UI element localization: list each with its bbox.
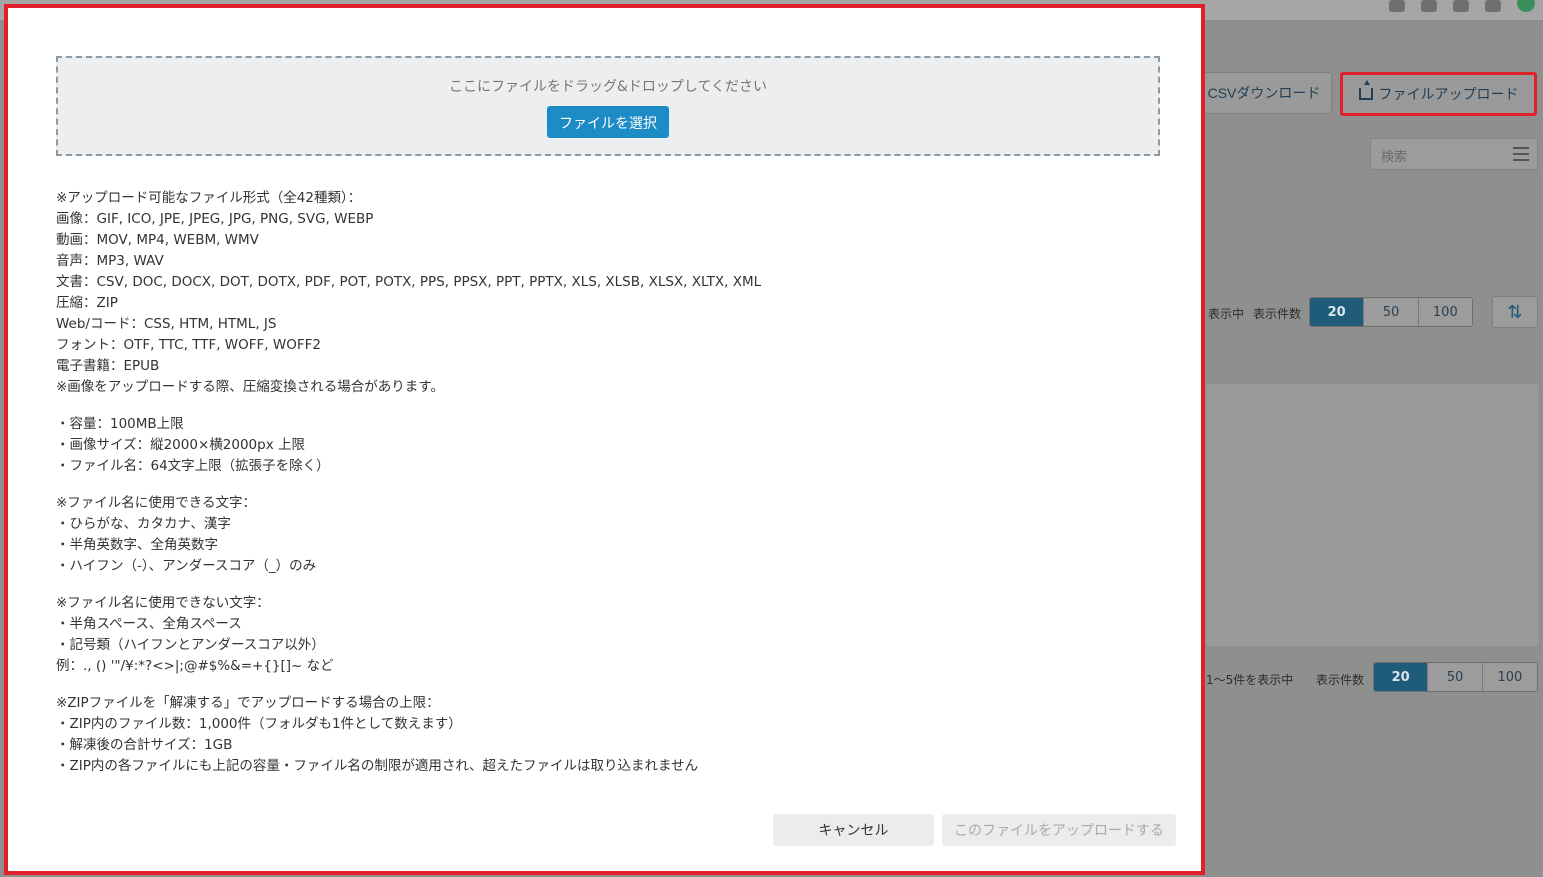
info-line: ・画像サイズ：縦2000×横2000px 上限 [56,437,305,453]
edit-icon[interactable] [1389,0,1405,12]
top-page-size-selector: 20 50 100 [1309,297,1473,327]
info-line: 動画：MOV, MP4, WEBM, WMV [56,232,259,248]
info-line: フォント：OTF, TTC, TTF, WOFF, WOFF2 [56,337,321,353]
info-line: Web/コード：CSS, HTM, HTML, JS [56,316,277,332]
info-line: ・解凍後の合計サイズ：1GB [56,737,233,753]
avatar[interactable] [1517,0,1535,12]
bottom-page-size-label: 表示件数 [1316,673,1365,687]
info-line: ・半角スペース、全角スペース [56,616,242,632]
info-line: ・ファイル名：64文字上限（拡張子を除く） [56,458,330,474]
page-size-option[interactable]: 50 [1364,298,1419,326]
info-line: ・記号類（ハイフンとアンダースコア以外） [56,637,325,653]
top-page-size-label: 表示件数 [1253,307,1302,321]
top-showing-text: 表示中 [1208,307,1245,321]
info-line: ・半角英数字、全角英数字 [56,537,218,553]
page-size-option[interactable]: 100 [1482,663,1537,691]
search-placeholder: 検索 [1381,150,1408,165]
info-line: 音声：MP3, WAV [56,253,164,269]
page-size-option[interactable]: 50 [1428,663,1483,691]
info-line: 画像：GIF, ICO, JPE, JPEG, JPG, PNG, SVG, W… [56,211,374,227]
page-size-option[interactable]: 20 [1310,298,1365,326]
content-card [1206,384,1538,646]
page-size-option[interactable]: 100 [1418,298,1472,326]
info-line: ・ZIP内のファイル数：1,000件（フォルダも1件として数えます） [56,716,462,732]
page-size-option[interactable]: 20 [1374,663,1429,691]
info-line: ※画像をアップロードする際、圧縮変換される場合があります。 [56,379,444,395]
info-line: ・容量：100MB上限 [56,416,184,432]
upload-modal: ここにファイルをドラッグ&ドロップしてください ファイルを選択 ※アップロード可… [4,4,1205,875]
bottom-showing-text: 1〜5件を表示中 [1206,673,1294,687]
select-file-button[interactable]: ファイルを選択 [547,106,669,138]
help-icon[interactable] [1453,0,1469,12]
top-bar-icons [1389,0,1535,14]
trash-icon[interactable] [1421,0,1437,12]
info-line: ・ハイフン（-）、アンダースコア（_）のみ [56,558,317,574]
info-line: 文書：CSV, DOC, DOCX, DOT, DOTX, PDF, POT, … [56,274,762,290]
file-upload-label: ファイルアップロード [1378,86,1519,102]
info-line: ※アップロード可能なファイル形式（全42種類）： [56,190,362,206]
info-line: ※ファイル名に使用できない文字： [56,595,270,611]
info-line: ・ZIP内の各ファイルにも上記の容量・ファイル名の制限が適用され、超えたファイル… [56,758,699,774]
search-input[interactable]: 検索 [1370,138,1538,170]
sort-button[interactable]: ⇅ [1492,296,1538,328]
info-line: 電子書籍：EPUB [56,358,160,374]
file-dropzone[interactable]: ここにファイルをドラッグ&ドロップしてください ファイルを選択 [56,56,1160,156]
csv-download-label: CSVダウンロード [1207,85,1321,101]
csv-download-button[interactable]: CSVダウンロード [1196,72,1332,114]
file-upload-button[interactable]: ファイルアップロード [1340,72,1537,116]
info-line: ※ZIPファイルを「解凍する」でアップロードする場合の上限： [56,695,440,711]
info-line: ※ファイル名に使用できる文字： [56,495,257,511]
dropzone-text: ここにファイルをドラッグ&ドロップしてください [448,79,768,95]
info-line: ・ひらがな、カタカナ、漢字 [56,516,231,532]
upload-requirements: ※アップロード可能なファイル形式（全42種類）： 画像：GIF, ICO, JPE… [56,188,1156,777]
bottom-page-size-selector: 20 50 100 [1373,662,1538,692]
upload-submit-button[interactable]: このファイルをアップロードする [942,814,1176,846]
info-line: 例：., () '"/¥:*?<>|;@#$%&=+{}[]~ など [56,658,334,674]
filter-icon[interactable] [1513,147,1529,161]
info-line: 圧縮：ZIP [56,295,118,311]
upload-icon [1358,80,1373,100]
cancel-button[interactable]: キャンセル [773,814,934,846]
sort-icon: ⇅ [1507,301,1523,323]
bell-icon[interactable] [1485,0,1501,12]
